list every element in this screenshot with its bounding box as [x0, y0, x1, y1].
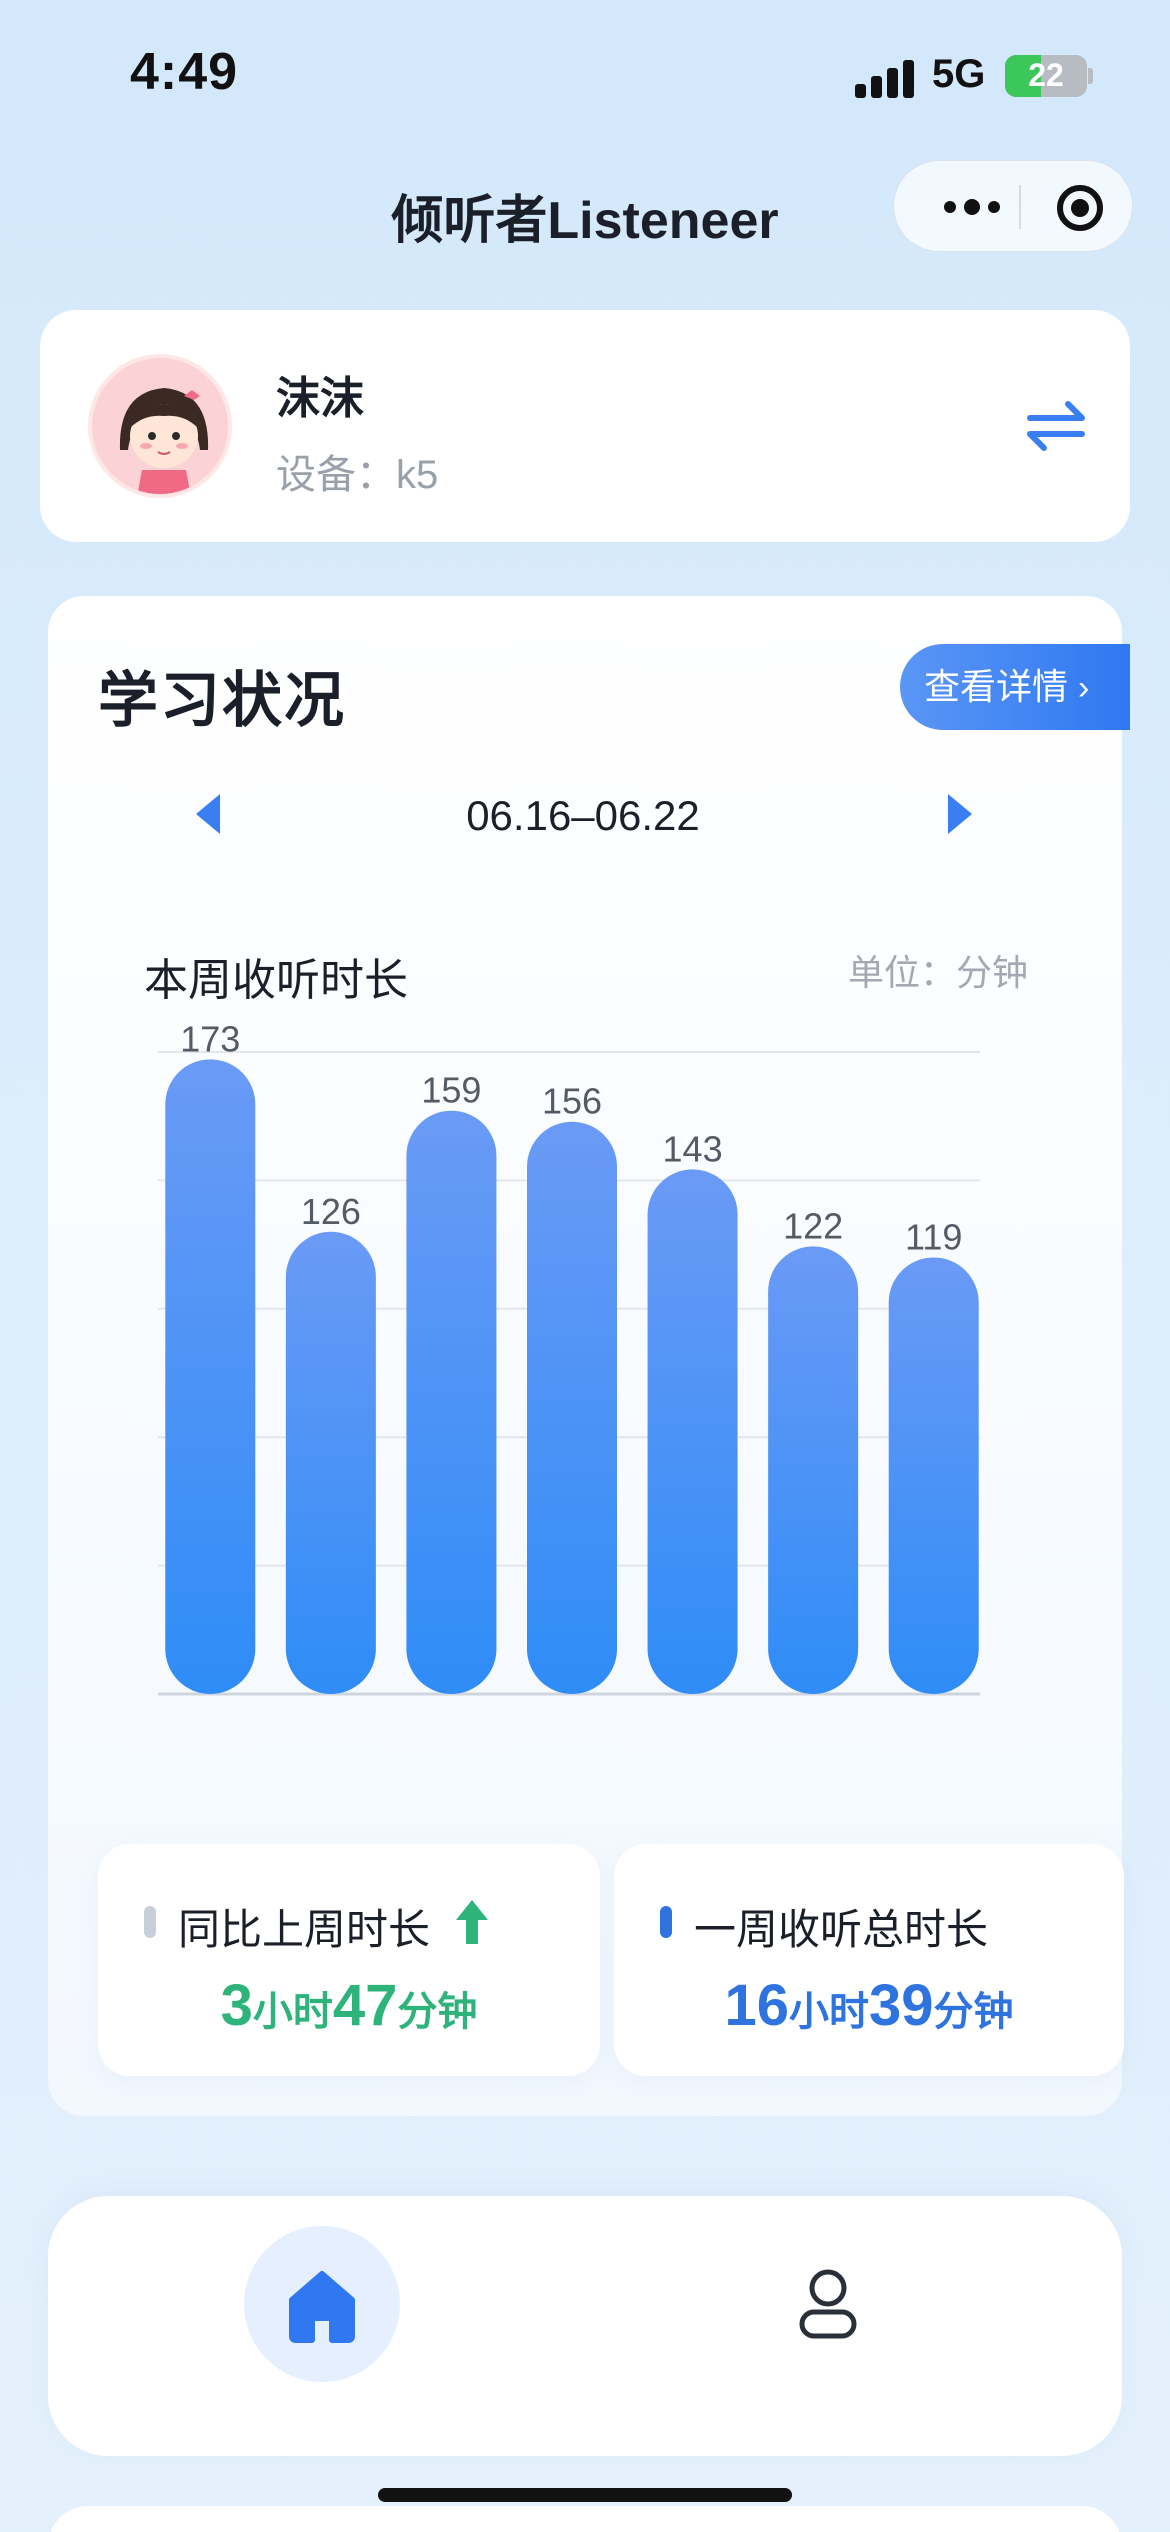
prev-week-icon[interactable]: [196, 794, 220, 834]
user-icon: [799, 2269, 857, 2339]
next-card-peek: [48, 2506, 1122, 2532]
bottom-tab-bar: [48, 2196, 1122, 2456]
status-time: 4:49: [130, 43, 239, 101]
view-details-button[interactable]: 查看详情 ›: [900, 644, 1130, 730]
study-status-card: 学习状况 查看详情› 06.16–06.22 本周收听时长 单位：分钟 173一…: [48, 596, 1130, 2116]
x-tick-label: 四: [553, 1713, 591, 1716]
total-hours: 16: [724, 1973, 789, 2038]
total-minutes-unit: 分钟: [933, 1990, 1014, 2034]
chart-unit: 单位：分钟: [848, 952, 1029, 993]
tab-profile[interactable]: [788, 2264, 868, 2344]
tab-home[interactable]: [244, 2226, 400, 2382]
profile-card[interactable]: 沫沫 设备：k5: [40, 310, 1130, 542]
switch-account-icon[interactable]: [1022, 392, 1090, 460]
bar-value-label: 173: [180, 1018, 240, 1059]
more-icon[interactable]: [934, 189, 1024, 225]
bar-二[interactable]: [285, 1231, 376, 1694]
total-value: 16小时39分钟: [614, 1972, 1124, 2039]
bar-value-label: 143: [663, 1128, 723, 1169]
battery-level: 22: [1028, 57, 1064, 93]
week-compare-box: 同比上周时长 3小时47分钟: [98, 1844, 600, 2076]
network-type: 5G: [932, 52, 986, 96]
compare-value: 3小时47分钟: [98, 1972, 600, 2039]
bar-value-label: 119: [905, 1216, 962, 1257]
trend-up-icon: [454, 1898, 490, 1946]
chevron-right-icon: ›: [1078, 669, 1090, 707]
bar-六[interactable]: [768, 1246, 859, 1694]
bar-日[interactable]: [888, 1257, 979, 1694]
bar-四[interactable]: [527, 1121, 617, 1694]
x-tick-label: 一: [191, 1713, 229, 1716]
status-bar: 4:49 5G 22: [0, 0, 1170, 150]
capsule-divider: [1019, 185, 1021, 229]
bar-三[interactable]: [406, 1110, 497, 1694]
miniprogram-capsule: [893, 160, 1133, 252]
total-label: 一周收听总时长: [694, 1906, 989, 1953]
view-details-label: 查看详情: [924, 666, 1069, 707]
close-miniprogram-icon[interactable]: [1057, 185, 1103, 231]
compare-marker: [144, 1906, 156, 1938]
device-label: 设备：k5: [276, 453, 439, 497]
x-tick-label: 二: [312, 1713, 350, 1716]
signal-icon: [855, 58, 915, 98]
bar-五[interactable]: [647, 1169, 738, 1694]
total-minutes: 39: [869, 1973, 934, 2038]
bar-value-label: 156: [542, 1081, 602, 1122]
weekly-listening-chart: 173 一 126 二 159 三 156 四 143 五 122 六 119 日: [158, 1018, 980, 1716]
bar-一[interactable]: [165, 1059, 256, 1694]
week-total-box: 一周收听总时长 16小时39分钟: [614, 1844, 1124, 2076]
battery-tip: [1088, 68, 1093, 84]
total-hours-unit: 小时: [789, 1990, 869, 2034]
avatar: [88, 354, 232, 498]
week-range: 06.16–06.22: [466, 792, 700, 839]
compare-label: 同比上周时长: [178, 1906, 431, 1953]
compare-hours: 3: [220, 1973, 253, 2038]
compare-hours-unit: 小时: [252, 1990, 333, 2034]
x-tick-label: 日: [915, 1713, 953, 1716]
x-tick-label: 三: [432, 1713, 470, 1716]
next-week-icon[interactable]: [948, 794, 972, 834]
compare-minutes-unit: 分钟: [397, 1990, 478, 2034]
home-indicator: [378, 2488, 792, 2502]
home-icon: [289, 2271, 355, 2343]
bar-value-label: 122: [783, 1205, 843, 1246]
total-marker: [660, 1906, 672, 1938]
bar-value-label: 159: [421, 1070, 481, 1111]
study-title: 学习状况: [98, 667, 346, 734]
bar-value-label: 126: [301, 1191, 361, 1232]
child-name: 沫沫: [276, 374, 364, 423]
battery-icon: 22: [1005, 55, 1087, 97]
x-tick-label: 五: [674, 1713, 712, 1716]
x-tick-label: 六: [794, 1713, 832, 1716]
compare-minutes: 47: [332, 1973, 398, 2038]
